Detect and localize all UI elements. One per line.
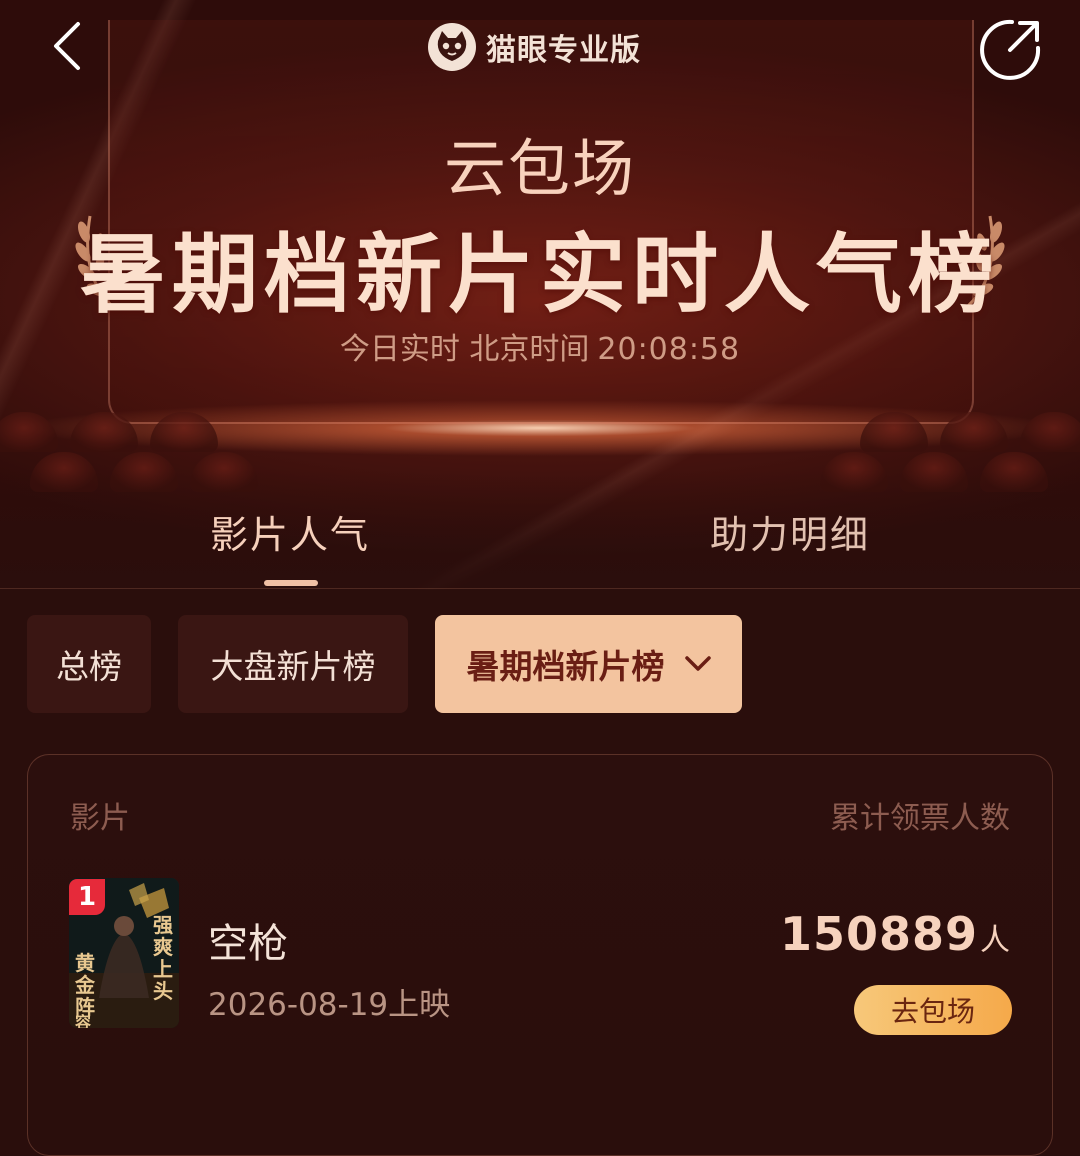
poster-text-5: 强 bbox=[153, 913, 173, 937]
brand-name: 猫眼专业版 bbox=[486, 33, 641, 68]
filter-label: 暑期档新片榜 bbox=[466, 647, 665, 686]
share-icon bbox=[980, 19, 1041, 80]
tab-movie-popularity[interactable]: 影片人气 bbox=[210, 504, 370, 559]
book-screening-label: 去包场 bbox=[890, 995, 975, 1028]
filter-summer-new-chart[interactable]: 暑期档新片榜 bbox=[435, 615, 742, 713]
realtime-clock: 今日实时 北京时间 20:08:58 bbox=[0, 324, 1080, 368]
tab-support-details[interactable]: 助力明细 bbox=[710, 504, 870, 559]
rank-badge: 1 bbox=[69, 879, 105, 915]
cat-logo-icon bbox=[428, 23, 476, 71]
column-header-movie: 影片 bbox=[70, 801, 130, 836]
time-label: 今日实时 北京时间 bbox=[339, 332, 590, 367]
tab-bar: 影片人气 助力明细 bbox=[0, 488, 1080, 589]
poster-text-6: 爽 bbox=[153, 935, 173, 959]
poster-text-2: 金 bbox=[74, 973, 96, 997]
filter-label: 总榜 bbox=[56, 647, 122, 686]
share-button[interactable] bbox=[976, 14, 1046, 84]
brand: 猫眼专业版 bbox=[426, 20, 641, 74]
ticket-count: 150889人 bbox=[780, 907, 1010, 961]
theater-seats bbox=[0, 412, 1080, 456]
poster-text-1: 黄 bbox=[75, 951, 95, 975]
poster-text-4: 容 bbox=[74, 1013, 91, 1028]
time-value: 20:08:58 bbox=[597, 332, 741, 367]
movie-release-date: 2026-08-19上映 bbox=[208, 987, 451, 1023]
ticket-count-value: 150889 bbox=[779, 907, 978, 961]
page-subtitle: 云包场 bbox=[443, 132, 636, 205]
movie-title[interactable]: 空枪 bbox=[208, 911, 288, 969]
column-header-ticket-count: 累计领票人数 bbox=[830, 801, 1010, 836]
filter-market-new-chart[interactable]: 大盘新片榜 bbox=[178, 615, 408, 713]
page-title: 暑期档新片实时人气榜 bbox=[80, 225, 1000, 325]
back-button[interactable] bbox=[42, 18, 102, 78]
filter-label: 大盘新片榜 bbox=[210, 647, 376, 686]
ranking-card: 影片 累计领票人数 黄 金 阵 容 强 爽 上 头 1 空枪 2026-08-1… bbox=[27, 754, 1053, 1156]
ticket-count-unit: 人 bbox=[980, 923, 1010, 958]
chevron-down-icon bbox=[684, 656, 711, 671]
poster-text-8: 头 bbox=[153, 979, 173, 1003]
chevron-left-icon bbox=[54, 22, 80, 70]
active-tab-indicator bbox=[264, 580, 318, 586]
filter-overall-chart[interactable]: 总榜 bbox=[27, 615, 151, 713]
poster-text-7: 上 bbox=[153, 957, 173, 981]
book-screening-button[interactable]: 去包场 bbox=[854, 985, 1012, 1035]
